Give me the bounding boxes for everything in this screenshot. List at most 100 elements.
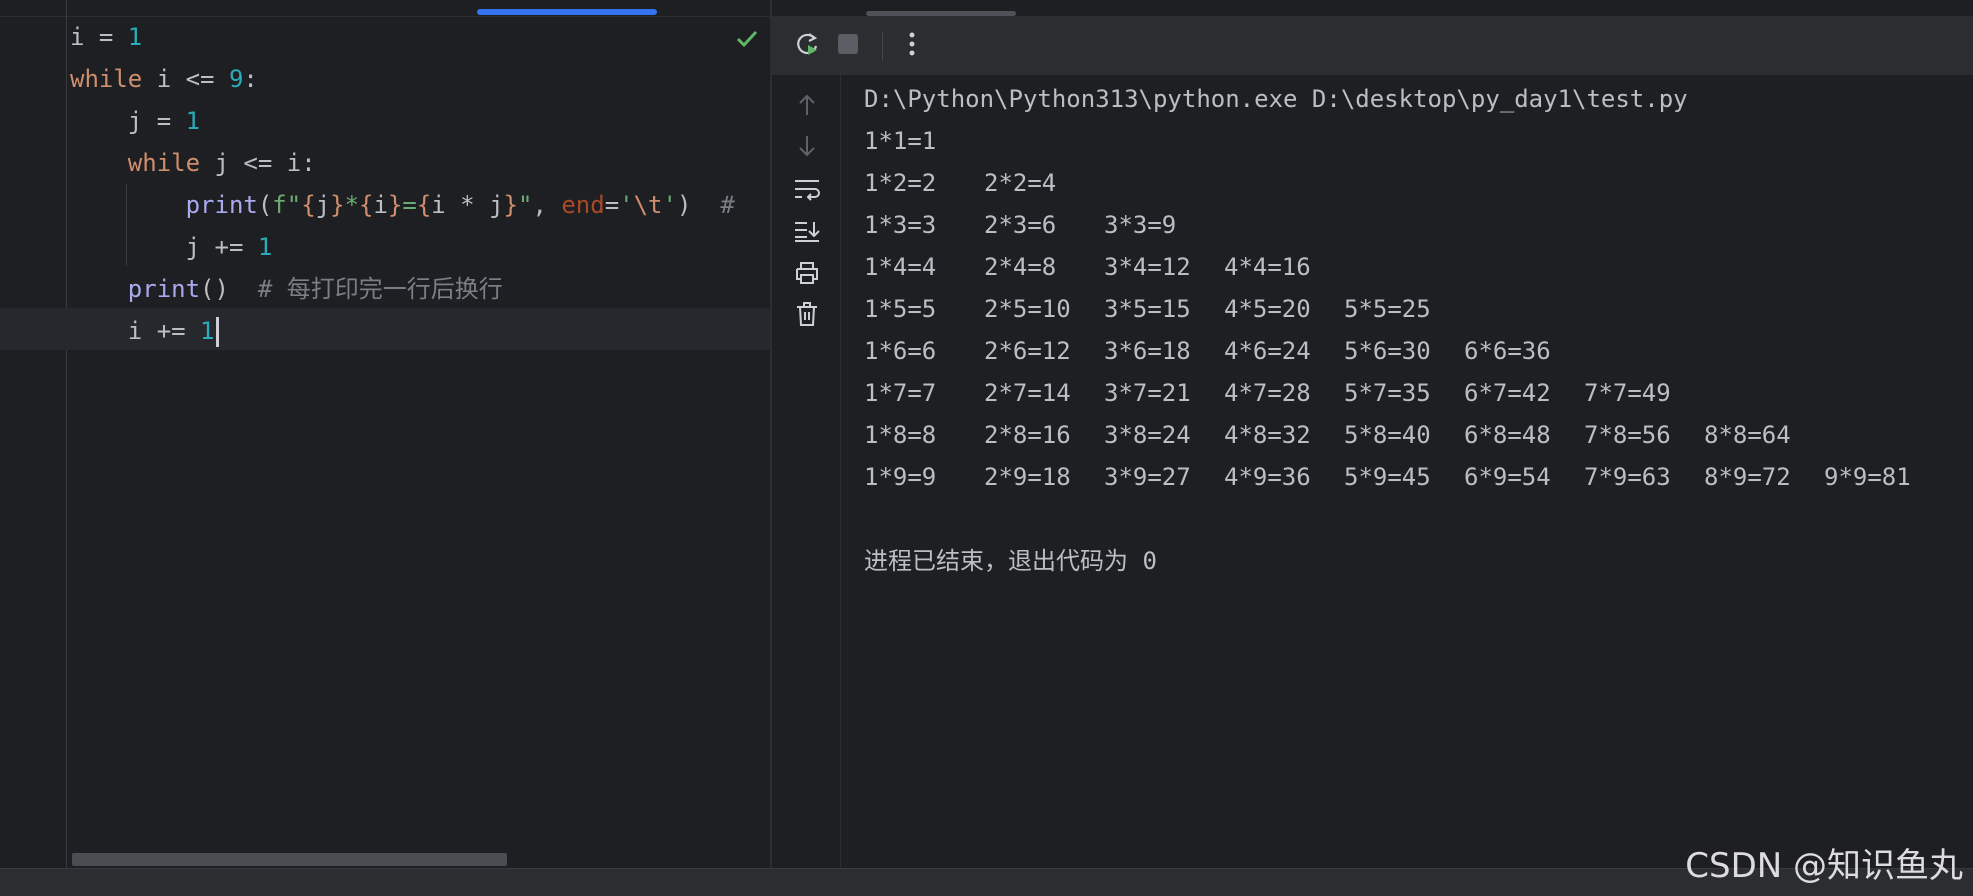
- code-token: \t: [633, 191, 663, 219]
- up-arrow-button[interactable]: [792, 92, 822, 122]
- code-token: }: [330, 191, 345, 219]
- arrow-up-icon: [796, 93, 818, 121]
- code-line[interactable]: while j <= i:: [70, 142, 316, 184]
- stop-button[interactable]: [832, 30, 864, 62]
- code-token: {: [359, 191, 374, 219]
- line-gutter[interactable]: [0, 0, 67, 868]
- output-cell: 2*6=12: [984, 337, 1071, 365]
- code-token: i +=: [70, 317, 201, 345]
- code-line[interactable]: i += 1: [70, 310, 219, 352]
- output-cell: 4*7=28: [1224, 379, 1311, 407]
- more-options-button[interactable]: [896, 30, 928, 62]
- code-line[interactable]: print() # 每打印完一行后换行: [70, 268, 503, 310]
- output-table: 1*1=1 1*2=2 2*2=4 1*3=3 2*3=6 3*3=9 1*4=4 2*4=8…: [864, 120, 1944, 498]
- output-cell: 1*5=5: [864, 295, 937, 323]
- output-cell: 3*7=21: [1104, 379, 1191, 407]
- code-token: 1: [200, 317, 215, 345]
- output-cell: 1*3=3: [864, 211, 937, 239]
- output-cell: 3*5=15: [1104, 295, 1191, 323]
- code-token: j +=: [70, 233, 258, 261]
- code-line[interactable]: while i <= 9:: [70, 58, 258, 100]
- code-token: 1: [257, 233, 273, 261]
- code-token: j =: [70, 107, 186, 135]
- active-tab-indicator: [477, 9, 657, 15]
- toolbar-separator: [882, 31, 883, 61]
- status-bar: [0, 868, 1973, 896]
- output-cell: 5*9=45: [1344, 463, 1431, 491]
- print-button[interactable]: [792, 260, 822, 290]
- code-line[interactable]: print(f"{j}*{i}={i * j}", end='\t') #: [70, 184, 735, 226]
- soft-wrap-icon: [793, 177, 821, 205]
- code-token: (: [257, 191, 273, 219]
- output-cell: 5*6=30: [1344, 337, 1431, 365]
- output-cell: 2*4=8: [984, 253, 1057, 281]
- output-line: 1*6=6 2*6=12 3*6=18 4*6=24 5*6=30 6*6=36: [864, 330, 1944, 372]
- code-token: ': [619, 191, 634, 219]
- rerun-button[interactable]: [792, 30, 824, 62]
- code-token: 1: [127, 23, 143, 51]
- code-token: }: [387, 191, 403, 219]
- drag-handle[interactable]: [866, 11, 1016, 16]
- output-line: 1*2=2 2*2=4: [864, 162, 1944, 204]
- watermark: CSDN @知识鱼丸: [1685, 846, 1963, 886]
- code-token: while: [70, 65, 143, 93]
- soft-wrap-button[interactable]: [792, 176, 822, 206]
- output-cell: 6*9=54: [1464, 463, 1551, 491]
- output-cell: 7*8=56: [1584, 421, 1671, 449]
- output-cell: 4*5=20: [1224, 295, 1311, 323]
- checkmark-icon[interactable]: [734, 26, 760, 52]
- text-caret: [215, 317, 219, 347]
- trash-icon: [795, 301, 819, 331]
- output-cell: 2*3=6: [984, 211, 1057, 239]
- code-token: 9: [228, 65, 244, 93]
- output-cell: 1*1=1: [864, 127, 937, 155]
- output-cell: 3*8=24: [1104, 421, 1191, 449]
- code-editor[interactable]: i = 1 while i <= 9: j = 1 while j <= i: p…: [0, 0, 770, 868]
- horizontal-scrollbar[interactable]: [72, 853, 507, 866]
- code-token: end: [561, 191, 605, 219]
- code-line[interactable]: j += 1: [70, 226, 273, 268]
- code-token: i * j: [431, 191, 504, 219]
- output-cell: 4*8=32: [1224, 421, 1311, 449]
- output-cell: 3*4=12: [1104, 253, 1191, 281]
- output-cell: 5*7=35: [1344, 379, 1431, 407]
- exit-message: 进程已结束，退出代码为 0: [864, 547, 1157, 575]
- code-token: while: [127, 149, 201, 177]
- code-token: }: [503, 191, 518, 219]
- output-cell: 2*2=4: [984, 169, 1057, 197]
- output-cell: 9*9=81: [1824, 463, 1911, 491]
- output-cell: 6*6=36: [1464, 337, 1551, 365]
- clear-all-button[interactable]: [792, 301, 822, 331]
- code-token: ": [517, 191, 533, 219]
- arrow-down-icon: [796, 134, 818, 162]
- output-line: 1*4=4 2*4=8 3*4=12 4*4=16: [864, 246, 1944, 288]
- code-token: {: [416, 191, 432, 219]
- code-token: :: [243, 65, 258, 93]
- code-token: =: [604, 191, 620, 219]
- output-cell: 1*4=4: [864, 253, 937, 281]
- output-cell: 3*3=9: [1104, 211, 1177, 239]
- code-token: i <=: [142, 65, 229, 93]
- run-tool-window: D:\Python\Python313\python.exe D:\deskto…: [772, 0, 1973, 868]
- code-token: print: [127, 275, 201, 303]
- code-token: ': [662, 191, 677, 219]
- console-output[interactable]: D:\Python\Python313\python.exe D:\deskto…: [864, 78, 1944, 582]
- output-cell: 1*7=7: [864, 379, 937, 407]
- code-token: #: [720, 191, 735, 219]
- output-line: 1*3=3 2*3=6 3*3=9: [864, 204, 1944, 246]
- code-token: *: [344, 191, 360, 219]
- output-cell: 1*9=9: [864, 463, 937, 491]
- down-arrow-button[interactable]: [792, 133, 822, 163]
- output-cell: 8*9=72: [1704, 463, 1791, 491]
- scroll-to-end-button[interactable]: [792, 218, 822, 248]
- output-cell: 4*9=36: [1224, 463, 1311, 491]
- output-cell: 6*8=48: [1464, 421, 1551, 449]
- code-line[interactable]: j = 1: [70, 100, 200, 142]
- code-line[interactable]: i = 1: [70, 16, 142, 58]
- output-cell: 2*9=18: [984, 463, 1071, 491]
- code-token: # 每打印完一行后换行: [257, 275, 503, 303]
- output-line: 1*1=1: [864, 120, 1944, 162]
- output-cell: 7*9=63: [1584, 463, 1671, 491]
